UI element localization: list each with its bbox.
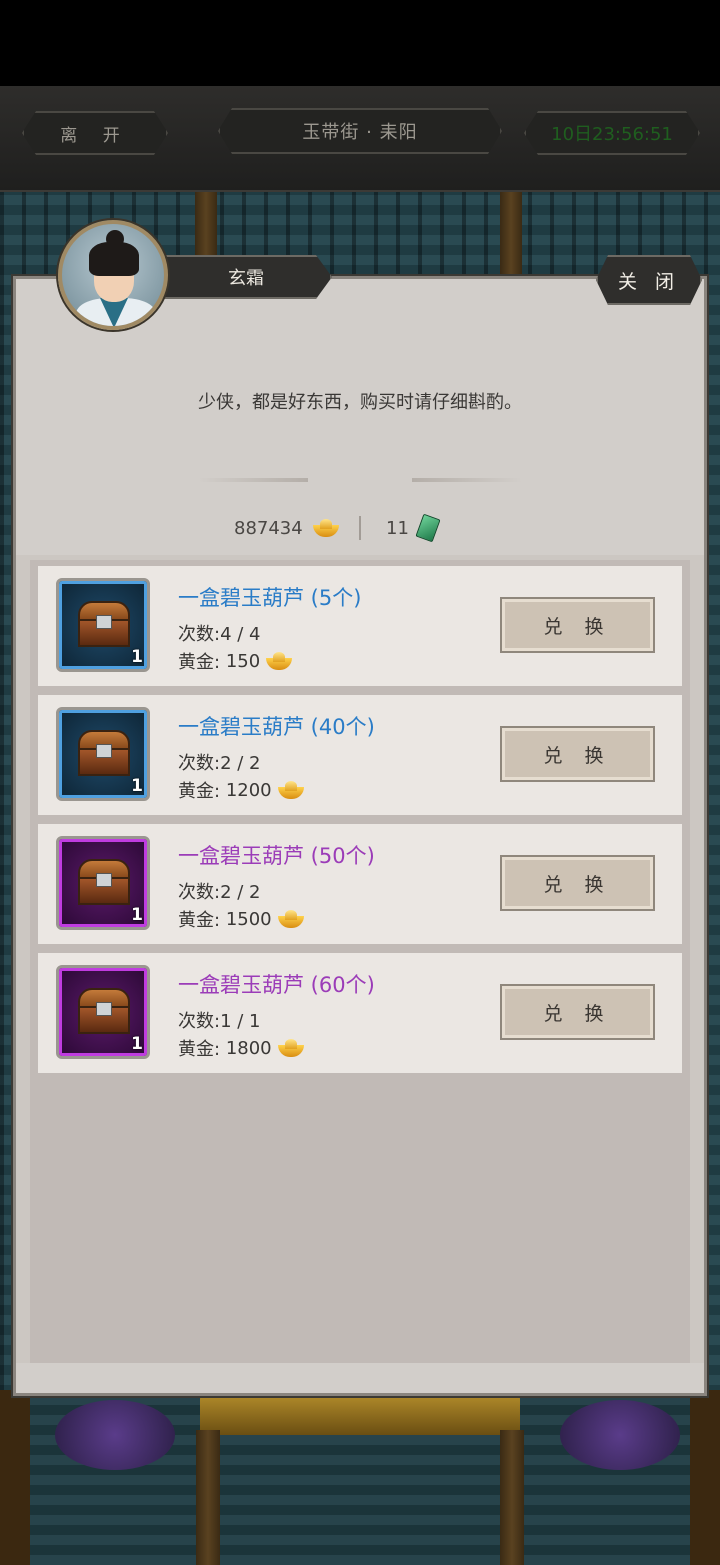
item-name: 一盒碧玉葫芦 (50个) [178, 844, 375, 868]
status-bar-area [0, 0, 720, 86]
leave-button[interactable]: 离 开 [22, 111, 168, 155]
item-price: 黄金: 1800 [178, 1035, 304, 1061]
gold-ingot-icon [277, 1039, 304, 1057]
npc-name: 玄霜 [228, 268, 264, 289]
close-button[interactable]: 关 闭 [596, 255, 702, 305]
close-label: 关 闭 [617, 270, 681, 293]
location-title: 玉带街 · 耒阳 [218, 108, 502, 154]
currency-separator [359, 516, 361, 540]
npc-dialog: 少侠，都是好东西，购买时请仔细斟酌。 [198, 392, 522, 413]
item-purchase-count: 次数:2 / 2 [178, 753, 261, 774]
item-price: 黄金: 1200 [178, 777, 304, 803]
gold-ingot-icon [312, 519, 339, 537]
divider-left [198, 478, 308, 482]
treasure-chest-icon [78, 988, 130, 1034]
item-thumbnail[interactable]: 1 [56, 965, 150, 1059]
jade-balance: 11 [386, 513, 441, 543]
panel-footer [16, 1363, 704, 1393]
npc-name-plate: 玄霜 [160, 255, 332, 299]
item-name: 一盒碧玉葫芦 (40个) [178, 715, 375, 739]
background-pillar [500, 192, 522, 282]
divider-right [412, 478, 522, 482]
exchange-button[interactable]: 兑 换 [500, 984, 655, 1040]
item-name: 一盒碧玉葫芦 (5个) [178, 586, 362, 610]
price-label: 黄金: [178, 652, 221, 673]
shop-item: 1 一盒碧玉葫芦 (50个) 次数:2 / 2 黄金: 1500 兑 换 [38, 824, 682, 944]
item-price: 黄金: 1500 [178, 906, 304, 932]
price-value: 150 [225, 650, 261, 672]
item-quantity: 1 [131, 647, 143, 667]
price-label: 黄金: [178, 781, 221, 802]
npc-avatar [58, 220, 168, 330]
shop-item: 1 一盒碧玉葫芦 (40个) 次数:2 / 2 黄金: 1200 兑 换 [38, 695, 682, 815]
item-price: 黄金: 150 [178, 648, 293, 674]
price-value: 1200 [225, 779, 272, 801]
price-value: 1500 [225, 908, 272, 930]
flower-decoration [560, 1400, 680, 1470]
gold-amount: 887434 [234, 517, 303, 539]
item-name: 一盒碧玉葫芦 (60个) [178, 973, 375, 997]
item-quantity: 1 [131, 1034, 143, 1054]
gold-ingot-icon [266, 652, 293, 670]
treasure-chest-icon [78, 859, 130, 905]
jade-icon [415, 513, 441, 543]
exchange-button[interactable]: 兑 换 [500, 726, 655, 782]
exchange-button[interactable]: 兑 换 [500, 597, 655, 653]
background-pillar [500, 1430, 524, 1565]
leave-label: 离 开 [60, 125, 130, 146]
jade-amount: 11 [386, 517, 409, 539]
item-quantity: 1 [131, 905, 143, 925]
item-thumbnail[interactable]: 1 [56, 578, 150, 672]
price-label: 黄金: [178, 910, 221, 931]
shop-item: 1 一盒碧玉葫芦 (5个) 次数:4 / 4 黄金: 150 兑 换 [38, 566, 682, 686]
timer-label: 10日23:56:51 [551, 124, 673, 145]
item-purchase-count: 次数:4 / 4 [178, 624, 261, 645]
location-label: 玉带街 · 耒阳 [302, 122, 418, 143]
gold-ingot-icon [277, 910, 304, 928]
gold-ingot-icon [277, 781, 304, 799]
item-thumbnail[interactable]: 1 [56, 707, 150, 801]
item-thumbnail[interactable]: 1 [56, 836, 150, 930]
background-pillar [196, 1430, 220, 1565]
price-value: 1800 [225, 1037, 272, 1059]
gold-gate-decoration [200, 1395, 520, 1435]
exchange-button[interactable]: 兑 换 [500, 855, 655, 911]
item-purchase-count: 次数:1 / 1 [178, 1011, 261, 1032]
treasure-chest-icon [78, 601, 130, 647]
treasure-chest-icon [78, 730, 130, 776]
event-timer: 10日23:56:51 [524, 111, 700, 155]
price-label: 黄金: [178, 1039, 221, 1060]
shop-item: 1 一盒碧玉葫芦 (60个) 次数:1 / 1 黄金: 1800 兑 换 [38, 953, 682, 1073]
gold-balance: 887434 [234, 514, 339, 542]
item-quantity: 1 [131, 776, 143, 796]
item-purchase-count: 次数:2 / 2 [178, 882, 261, 903]
flower-decoration [55, 1400, 175, 1470]
